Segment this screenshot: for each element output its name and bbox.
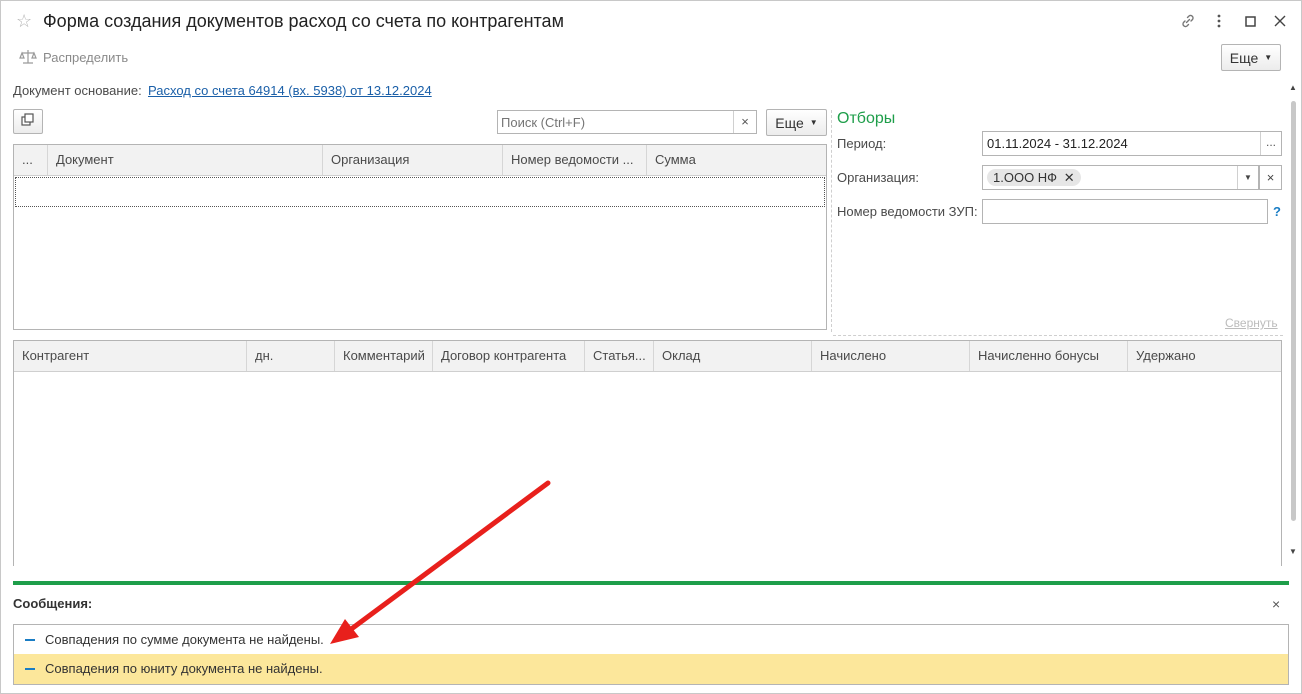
annotation-arrow (330, 480, 551, 644)
